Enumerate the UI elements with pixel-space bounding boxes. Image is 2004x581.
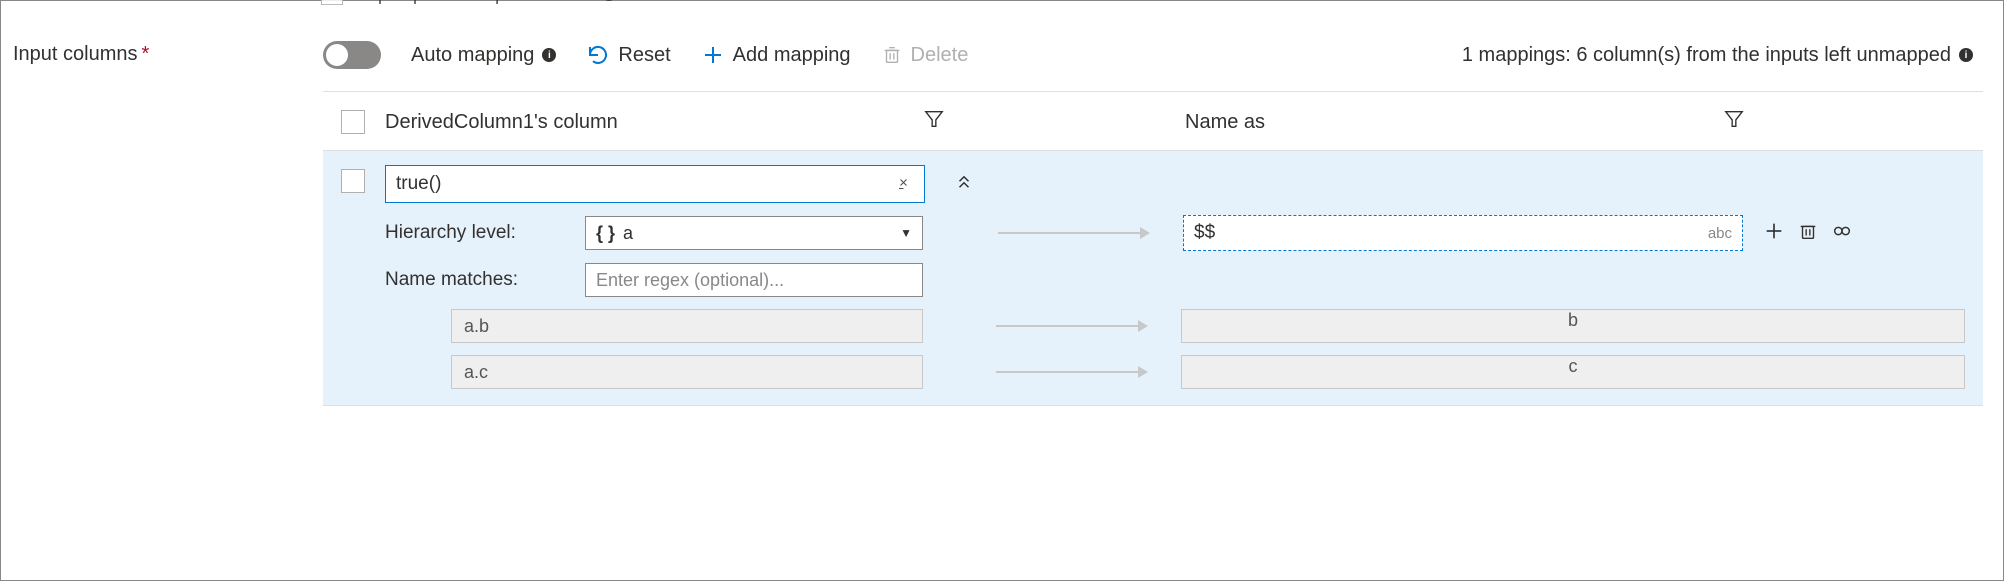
filter-icon[interactable] xyxy=(1723,108,1745,136)
info-icon[interactable]: i xyxy=(1959,48,1973,62)
name-matches-input[interactable]: Enter regex (optional)... xyxy=(585,263,923,297)
mapping-arrow-icon xyxy=(983,232,1163,234)
hierarchy-level-label: Hierarchy level: xyxy=(385,222,585,244)
add-button[interactable] xyxy=(1763,220,1785,247)
column-header-row: DerivedColumn1's column Name as xyxy=(323,92,1983,150)
skip-dup-label: Skip duplicate output columns xyxy=(353,0,592,5)
target-column-readonly: c xyxy=(1181,355,1965,389)
input-columns-label: Input columns* xyxy=(13,31,303,406)
add-mapping-button[interactable]: Add mapping xyxy=(701,43,851,67)
chevron-down-icon: ▼ xyxy=(900,226,912,240)
mapping-arrow-icon xyxy=(981,371,1161,373)
info-icon[interactable]: i xyxy=(602,0,616,1)
row-checkbox[interactable] xyxy=(341,169,365,193)
target-column-readonly: b xyxy=(1181,309,1965,343)
expression-edit-icon[interactable] xyxy=(896,175,914,193)
delete-icon[interactable] xyxy=(1797,220,1819,247)
source-column-readonly: a.c xyxy=(451,355,923,389)
reset-button[interactable]: Reset xyxy=(586,43,670,67)
expression-input[interactable]: true() xyxy=(385,165,925,203)
mapping-arrow-icon xyxy=(981,325,1161,327)
auto-mapping-label: Auto mapping i xyxy=(411,44,556,67)
toolbar: Auto mapping i Reset Add mapping xyxy=(323,31,1983,79)
name-matches-label: Name matches: xyxy=(385,269,585,291)
delete-button: Delete xyxy=(881,44,969,67)
hierarchy-level-select[interactable]: { }a ▼ xyxy=(585,216,923,250)
name-as-input[interactable]: $$ abc xyxy=(1183,215,1743,251)
select-all-checkbox[interactable] xyxy=(341,110,365,134)
filter-icon[interactable] xyxy=(923,108,945,136)
source-column-readonly: a.b xyxy=(451,309,923,343)
auto-mapping-toggle[interactable] xyxy=(323,41,381,69)
mapping-status: 1 mappings: 6 column(s) from the inputs … xyxy=(1462,44,1983,67)
skip-dup-checkbox[interactable] xyxy=(321,0,343,5)
name-as-header: Name as xyxy=(1185,111,1265,134)
info-icon[interactable]: i xyxy=(542,48,556,62)
source-column-header: DerivedColumn1's column xyxy=(385,111,618,134)
collapse-icon[interactable] xyxy=(955,173,973,196)
link-icon[interactable] xyxy=(1831,220,1853,247)
